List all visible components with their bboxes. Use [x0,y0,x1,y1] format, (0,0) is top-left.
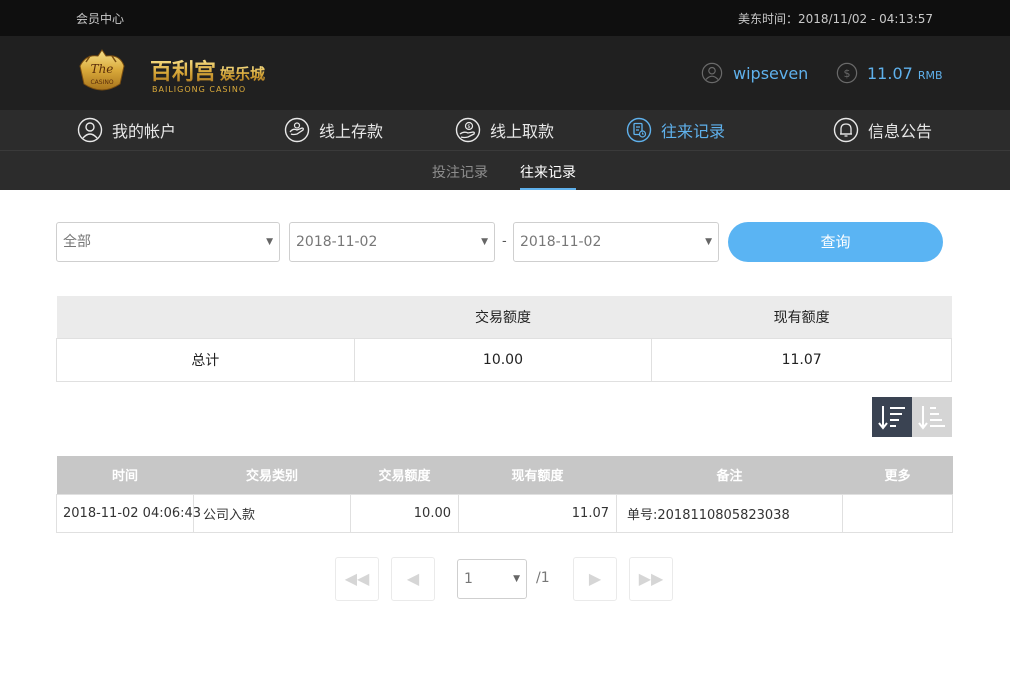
nav-online-withdraw[interactable]: $ 线上取款 [455,117,554,143]
user-info[interactable]: wipseven [701,62,808,84]
bell-icon [833,117,859,143]
username-label: wipseven [733,63,809,83]
top-strip: 会员中心 美东时间：2018/11/02 - 04:13:57 [0,0,1010,36]
date-to-select[interactable]: 2018-11-02 ▼ [513,222,719,262]
user-circle-icon [77,117,103,143]
cell-time: 2018-11-02 04:06:43 [56,493,201,533]
user-icon [701,62,723,84]
nav-label: 线上存款 [319,122,384,141]
summary-trade-amount: 10.00 [353,337,653,382]
summary-header-current: 现有额度 [651,296,952,338]
nav-label: 线上取款 [490,122,555,141]
deposit-hand-icon [284,117,310,143]
first-page-button[interactable]: ◀◀ [335,557,379,601]
cell-balance: 11.07 [458,493,617,533]
prev-page-button[interactable]: ◀ [391,557,435,601]
date-range-dash: - [502,234,507,249]
svg-text:$: $ [844,67,851,80]
nav-my-account[interactable]: 我的帐户 [77,117,176,143]
eastern-time-label: 美东时间：2018/11/02 - 04:13:57 [737,12,933,26]
logo-name-cn2: 娱乐城 [220,65,265,83]
logo-name-en: BAILIGONG CASINO [152,85,246,94]
date-from-select[interactable]: 2018-11-02 ▼ [289,222,495,262]
tab-bet-records[interactable]: 投注记录 [432,162,488,190]
logo-name-cn: 百利宫 [150,59,216,85]
svg-text:$: $ [467,124,470,130]
tab-transaction-records[interactable]: 往来记录 [520,162,576,190]
cell-more[interactable] [842,493,953,533]
casino-logo[interactable]: The CASINO 百利宫 娱乐城 BAILIGONG CASINO [76,46,276,98]
cell-category: 公司入款 [193,493,351,533]
last-page-button[interactable]: ▶▶ [629,557,673,601]
sub-nav: 投注记录 往来记录 [0,151,1010,190]
logo-graphic: The CASINO 百利宫 娱乐城 BAILIGONG CASINO [79,49,265,94]
nav-label: 信息公告 [868,122,933,141]
caret-down-icon: ▼ [266,237,273,247]
type-select[interactable]: 全部 ▼ [56,222,280,262]
caret-down-icon: ▼ [481,237,488,247]
records-table: 时间 交易类别 交易额度 现有额度 备注 更多 2018-11-02 04:06… [56,456,953,533]
nav-label: 我的帐户 [112,122,177,141]
balance-value: 11.07 [867,63,913,83]
double-right-icon: ▶▶ [638,569,664,588]
logo-badge-sub: CASINO [90,79,113,86]
balance-info: $ 11.07 RMB [836,62,943,84]
table-row: 2018-11-02 04:06:43 公司入款 10.00 11.07 单号:… [56,493,953,533]
col-amount: 交易额度 [350,456,459,494]
date-from-value: 2018-11-02 [296,234,378,250]
summary-row: 总计 10.00 11.07 [56,337,952,382]
summary-header-row: 交易额度 现有额度 [56,296,952,338]
col-category: 交易类别 [193,456,351,494]
caret-down-icon: ▼ [513,574,520,584]
next-page-button[interactable]: ▶ [573,557,617,601]
withdraw-hand-icon: $ [455,117,481,143]
summary-header-blank [56,296,355,338]
summary-total-label: 总计 [56,337,355,382]
double-left-icon: ◀◀ [344,569,370,588]
currency-label: RMB [917,68,943,82]
col-time: 时间 [56,456,194,494]
sort-desc-button[interactable] [872,397,912,437]
col-balance: 现有额度 [458,456,617,494]
cell-amount: 10.00 [350,493,459,533]
sort-desc-icon [878,406,905,430]
col-more: 更多 [842,456,953,494]
main-nav: 我的帐户 线上存款 $ 线上取款 往来记录 信息公告 [0,110,1010,151]
nav-announcements[interactable]: 信息公告 [833,117,932,143]
page-total: /1 [536,570,550,586]
page-select-value: 1 [464,571,473,587]
nav-online-deposit[interactable]: 线上存款 [284,117,383,143]
sort-asc-icon [918,406,945,430]
nav-label: 往来记录 [661,122,726,141]
summary-table: 交易额度 现有额度 总计 10.00 11.07 [56,296,952,382]
cell-note: 单号:201811080582303​8 [616,493,843,533]
nav-transaction-records[interactable]: 往来记录 [626,117,725,143]
member-center-link[interactable]: 会员中心 [76,10,124,27]
date-to-value: 2018-11-02 [520,234,602,250]
query-button[interactable]: 查询 [728,222,943,262]
summary-current-amount: 11.07 [651,337,952,382]
page-select[interactable]: 1 ▼ [457,559,527,599]
logo-badge-text: The [91,62,114,76]
records-header-row: 时间 交易类别 交易额度 现有额度 备注 更多 [56,456,953,494]
right-icon: ▶ [588,569,602,588]
summary-header-trade: 交易额度 [354,296,652,338]
col-note: 备注 [616,456,843,494]
type-select-value: 全部 [63,234,91,250]
header: The CASINO 百利宫 娱乐城 BAILIGONG CASINO wips… [0,36,1010,110]
sort-asc-button[interactable] [912,397,952,437]
record-doc-icon [626,117,652,143]
dollar-icon: $ [836,62,858,84]
caret-down-icon: ▼ [705,237,712,247]
left-icon: ◀ [406,569,420,588]
